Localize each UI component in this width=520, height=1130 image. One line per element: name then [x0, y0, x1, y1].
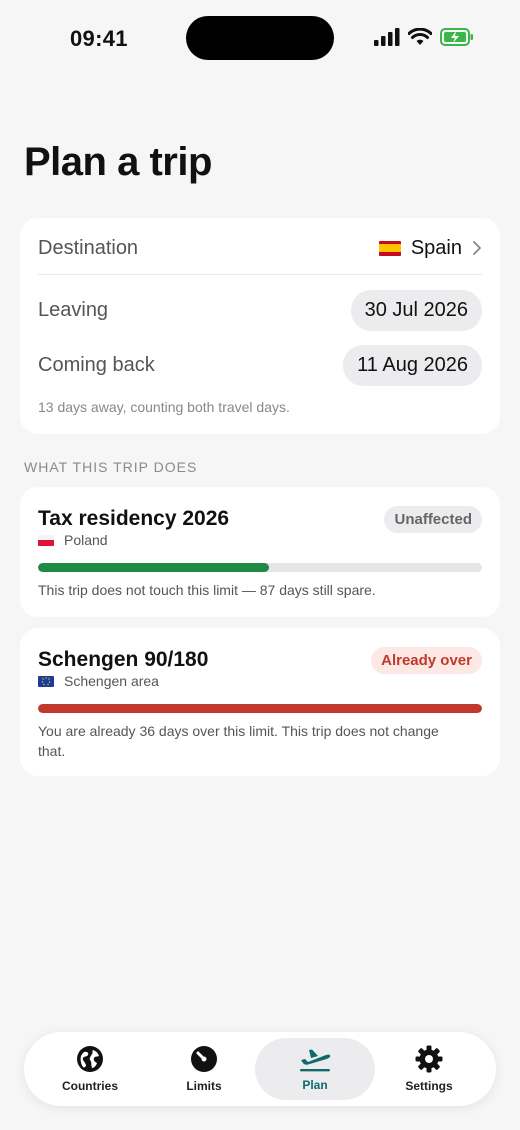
dynamic-island: [186, 16, 334, 60]
limit-country-name: Poland: [64, 532, 108, 548]
tab-bar: Countries Limits Plan Settings: [24, 1032, 496, 1106]
tab-settings[interactable]: Settings: [369, 1038, 489, 1100]
eu-flag-icon: [38, 675, 54, 687]
trip-length-hint: 13 days away, counting both travel days.: [38, 399, 290, 415]
poland-flag-icon: [38, 534, 54, 546]
limit-progress-bar: [38, 563, 482, 572]
destination-row[interactable]: Destination Spain: [38, 220, 482, 276]
coming-back-row: Coming back 11 Aug 2026: [38, 344, 482, 386]
tab-limits[interactable]: Limits: [144, 1038, 264, 1100]
limit-progress-bar: [38, 704, 482, 713]
cellular-signal-icon: [374, 28, 400, 46]
gear-icon: [415, 1045, 443, 1073]
leaving-date-picker[interactable]: 30 Jul 2026: [350, 289, 482, 331]
limit-country: Poland: [38, 532, 108, 548]
battery-charging-icon: [440, 28, 473, 46]
chevron-right-icon: [473, 241, 481, 255]
tab-label: Countries: [61, 1079, 118, 1093]
divider: [38, 274, 482, 275]
tab-label: Settings: [405, 1079, 453, 1093]
tab-plan[interactable]: Plan: [255, 1038, 375, 1100]
status-time: 09:41: [70, 26, 128, 51]
limit-note: You are already 36 days over this limit.…: [38, 723, 439, 759]
status-icons: [374, 28, 474, 46]
limit-title: Schengen 90/180: [38, 648, 209, 671]
leaving-label: Leaving: [38, 298, 109, 321]
wifi-icon: [408, 28, 432, 45]
coming-back-label: Coming back: [38, 353, 155, 376]
destination-label: Destination: [38, 236, 139, 259]
destination-value: Spain: [378, 236, 482, 260]
limit-country: Schengen area: [38, 673, 159, 689]
section-header: WHAT THIS TRIP DOES: [24, 459, 198, 475]
limit-progress-fill: [38, 563, 269, 572]
status-badge: Unaffected: [384, 506, 482, 533]
tab-label: Limits: [186, 1079, 222, 1093]
airplane-takeoff-icon: [300, 1049, 331, 1072]
status-badge: Already over: [371, 647, 482, 674]
page-title: Plan a trip: [24, 140, 212, 184]
limit-card-tax-residency: Tax residency 2026 Unaffected Poland Thi…: [20, 487, 500, 617]
gauge-icon: [191, 1046, 217, 1072]
destination-country: Spain: [410, 236, 462, 259]
limit-progress-fill: [38, 704, 482, 713]
limit-title: Tax residency 2026: [38, 507, 230, 530]
coming-back-date-picker[interactable]: 11 Aug 2026: [343, 344, 482, 386]
globe-icon: [77, 1046, 103, 1072]
tab-countries[interactable]: Countries: [30, 1038, 150, 1100]
tab-label: Plan: [302, 1078, 328, 1092]
limit-country-name: Schengen area: [64, 673, 159, 689]
limit-card-schengen: Schengen 90/180 Already over Schengen ar…: [20, 628, 500, 776]
status-bar: 09:41: [0, 0, 520, 80]
leaving-row: Leaving 30 Jul 2026: [38, 289, 482, 331]
limit-note: This trip does not touch this limit — 87…: [38, 582, 376, 598]
spain-flag-icon: [378, 240, 401, 256]
